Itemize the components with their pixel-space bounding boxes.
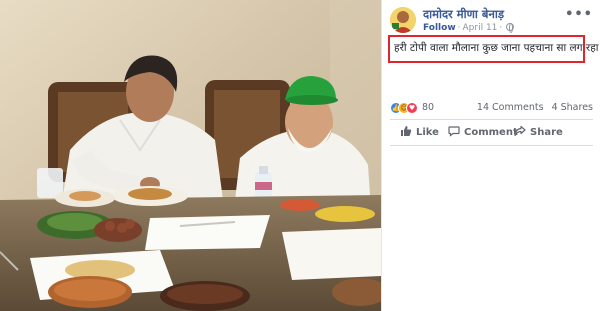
- dinner-table-photo: [0, 0, 381, 311]
- love-icon: ♥: [406, 102, 418, 114]
- post-status-text: हरी टोपी वाला मौलाना कुछ जाना पहचाना सा …: [394, 42, 600, 54]
- avatar[interactable]: [390, 7, 416, 33]
- comments-count[interactable]: 14 Comments: [477, 102, 544, 113]
- reactions-bar: 👍 ☺ ♥ 80 14 Comments 4 Shares: [390, 101, 595, 115]
- avatar-image: [390, 7, 416, 33]
- post-date[interactable]: April 11: [463, 23, 498, 33]
- globe-icon: [506, 23, 515, 33]
- author-name[interactable]: दामोदर मीणा बेनाड़: [423, 7, 504, 22]
- like-button[interactable]: Like: [400, 125, 439, 141]
- share-button[interactable]: Share: [514, 125, 563, 141]
- post-header: दामोदर मीणा बेनाड़ Follow · April 11 · •••: [390, 5, 595, 35]
- follow-link[interactable]: Follow: [423, 23, 456, 33]
- action-bar: Like Comment Share: [390, 122, 593, 144]
- divider-bottom: [390, 145, 593, 146]
- more-options-icon[interactable]: •••: [565, 7, 593, 22]
- share-label: Share: [530, 127, 563, 138]
- reaction-count[interactable]: 80: [422, 102, 434, 113]
- separator-dot-2: ·: [499, 23, 503, 33]
- comment-label: Comment: [464, 127, 518, 138]
- post-photo[interactable]: [0, 0, 381, 311]
- divider-top: [390, 119, 593, 120]
- post-meta: Follow · April 11 ·: [423, 23, 515, 33]
- post-panel: दामोदर मीणा बेनाड़ Follow · April 11 · ••• …: [381, 0, 600, 311]
- like-label: Like: [416, 127, 439, 138]
- engagement-counts: 14 Comments 4 Shares: [477, 102, 593, 113]
- thumbs-up-icon: [401, 126, 412, 136]
- separator-dot: ·: [457, 23, 461, 33]
- comment-icon: [448, 126, 460, 137]
- comment-button[interactable]: Comment: [448, 125, 518, 141]
- shares-count[interactable]: 4 Shares: [552, 102, 593, 113]
- share-arrow-icon: [514, 125, 526, 137]
- status-highlight-box: हरी टोपी वाला मौलाना कुछ जाना पहचाना सा …: [388, 35, 600, 63]
